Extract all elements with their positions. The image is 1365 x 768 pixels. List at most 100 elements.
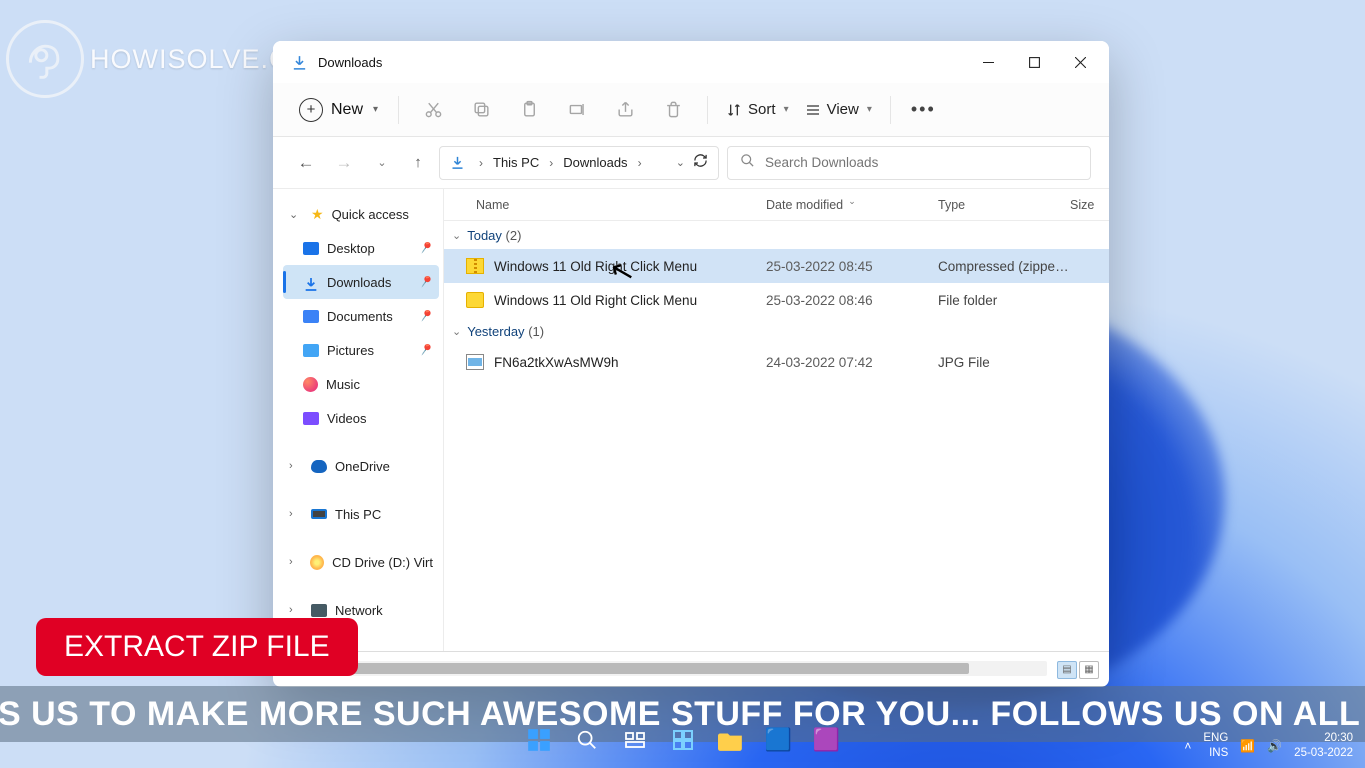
maximize-button[interactable] (1011, 42, 1057, 82)
file-row[interactable]: Windows 11 Old Right Click Menu 25-03-20… (444, 283, 1109, 317)
pin-icon: 📍 (415, 340, 435, 360)
file-pane: Name ⌄Date modified Type Size ⌄ Today (2… (443, 189, 1109, 651)
horizontal-scrollbar[interactable] (295, 661, 1047, 676)
view-icons-button[interactable]: ▦ (1079, 661, 1099, 679)
window-title: Downloads (318, 55, 382, 70)
caption-badge: EXTRACT ZIP FILE (36, 618, 358, 676)
chevron-right-icon: › (543, 156, 559, 170)
tray-wifi-icon[interactable]: 📶 (1240, 738, 1255, 754)
explorer-taskbar-button[interactable] (712, 721, 750, 759)
sidebar-this-pc[interactable]: › This PC (283, 497, 439, 531)
forward-button[interactable]: → (329, 153, 359, 173)
downloads-icon (291, 54, 308, 71)
desktop-icon (303, 242, 319, 255)
sidebar-cd-drive[interactable]: › CD Drive (D:) VirtualB (283, 545, 439, 579)
cut-button[interactable] (411, 91, 455, 129)
close-button[interactable] (1057, 42, 1103, 82)
sidebar-item-documents[interactable]: Documents 📍 (283, 299, 439, 333)
search-input[interactable] (765, 155, 1078, 170)
search-box[interactable] (727, 146, 1091, 180)
chevron-down-icon: ▾ (373, 104, 378, 115)
share-button[interactable] (603, 91, 647, 129)
back-button[interactable]: ← (291, 153, 321, 173)
view-button[interactable]: View ▾ (799, 97, 878, 122)
file-row[interactable]: Windows 11 Old Right Click Menu 25-03-20… (444, 249, 1109, 283)
file-type: JPG File (938, 355, 1070, 370)
file-row[interactable]: FN6a2tkXwAsMW9h 24-03-2022 07:42 JPG Fil… (444, 345, 1109, 379)
copy-button[interactable] (459, 91, 503, 129)
explorer-body: ⌄ ★ Quick access Desktop 📍 Downloads 📍 D… (273, 189, 1109, 651)
file-name: Windows 11 Old Right Click Menu (494, 293, 697, 308)
titlebar[interactable]: Downloads (273, 41, 1109, 83)
network-icon (311, 604, 327, 617)
sidebar-item-label: Pictures (327, 343, 374, 358)
sort-label: Sort (748, 101, 776, 118)
pin-icon: 📍 (415, 272, 435, 292)
chevron-down-icon: ▾ (784, 104, 789, 115)
rename-button[interactable] (555, 91, 599, 129)
videos-icon (303, 412, 319, 425)
file-explorer-window: Downloads + New ▾ Sort ▾ View ▾ ••• (273, 41, 1109, 687)
sidebar-item-music[interactable]: Music (283, 367, 439, 401)
sidebar-item-label: Videos (327, 411, 367, 426)
system-tray[interactable]: ˄ ENG INS 📶 🔊 20:30 25-03-2022 (1184, 731, 1353, 762)
tray-chevron-icon[interactable]: ˄ (1184, 738, 1191, 754)
chevron-down-icon[interactable]: ⌄ (676, 156, 685, 169)
tray-clock[interactable]: 20:30 25-03-2022 (1294, 731, 1353, 762)
tray-volume-icon[interactable]: 🔊 (1267, 738, 1282, 754)
app-taskbar-button[interactable]: 🟦 (760, 721, 798, 759)
downloads-icon (303, 276, 319, 289)
sidebar-quick-access[interactable]: ⌄ ★ Quick access (283, 197, 439, 231)
group-yesterday[interactable]: ⌄ Yesterday (1) (444, 317, 1109, 345)
sidebar-item-label: OneDrive (335, 459, 390, 474)
search-taskbar-button[interactable] (568, 721, 606, 759)
folder-icon (466, 292, 484, 308)
app-taskbar-button-2[interactable]: 🟪 (808, 721, 846, 759)
breadcrumb-this-pc[interactable]: This PC (489, 155, 543, 170)
sidebar-onedrive[interactable]: › OneDrive (283, 449, 439, 483)
sort-button[interactable]: Sort ▾ (720, 97, 795, 122)
pictures-icon (303, 344, 319, 357)
breadcrumb-downloads[interactable]: Downloads (559, 155, 631, 170)
sidebar-item-label: This PC (335, 507, 381, 522)
recent-locations-button[interactable]: ⌄ (367, 156, 397, 169)
tray-lang[interactable]: ENG INS (1203, 731, 1228, 762)
minimize-button[interactable] (965, 42, 1011, 82)
group-today[interactable]: ⌄ Today (2) (444, 221, 1109, 249)
column-name[interactable]: Name (444, 198, 766, 212)
sidebar-item-label: Quick access (332, 207, 409, 222)
chevron-right-icon: › (632, 156, 648, 170)
chevron-right-icon: › (289, 556, 302, 568)
taskbar[interactable]: 🟦 🟪 ˄ ENG INS 📶 🔊 20:30 25-03-2022 (0, 712, 1365, 768)
refresh-button[interactable] (693, 153, 708, 173)
sidebar-item-desktop[interactable]: Desktop 📍 (283, 231, 439, 265)
cloud-icon (311, 460, 327, 473)
sidebar-item-pictures[interactable]: Pictures 📍 (283, 333, 439, 367)
up-button[interactable]: ↑ (405, 154, 431, 171)
view-details-button[interactable]: ▤ (1057, 661, 1077, 679)
file-type: File folder (938, 293, 1070, 308)
new-button[interactable]: + New ▾ (291, 92, 386, 128)
toolbar-separator (890, 96, 891, 124)
sidebar-item-label: Network (335, 603, 383, 618)
sidebar-item-videos[interactable]: Videos (283, 401, 439, 435)
file-date: 24-03-2022 07:42 (766, 355, 938, 370)
delete-button[interactable] (651, 91, 695, 129)
widgets-button[interactable] (664, 721, 702, 759)
nav-row: ← → ⌄ ↑ › This PC › Downloads › ⌄ (273, 137, 1109, 189)
address-bar[interactable]: › This PC › Downloads › ⌄ (439, 146, 719, 180)
column-headers: Name ⌄Date modified Type Size (444, 189, 1109, 221)
file-date: 25-03-2022 08:46 (766, 293, 938, 308)
chevron-down-icon: ⌄ (452, 325, 461, 338)
column-size[interactable]: Size (1070, 198, 1109, 212)
more-button[interactable]: ••• (903, 99, 944, 120)
column-date[interactable]: ⌄Date modified (766, 198, 938, 212)
paste-button[interactable] (507, 91, 551, 129)
task-view-button[interactable] (616, 721, 654, 759)
view-switch: ▤ ▦ (1057, 661, 1099, 679)
sidebar-item-label: Desktop (327, 241, 375, 256)
sidebar-item-downloads[interactable]: Downloads 📍 (283, 265, 439, 299)
start-button[interactable] (520, 721, 558, 759)
taskbar-center: 🟦 🟪 (520, 721, 846, 759)
column-type[interactable]: Type (938, 198, 1070, 212)
